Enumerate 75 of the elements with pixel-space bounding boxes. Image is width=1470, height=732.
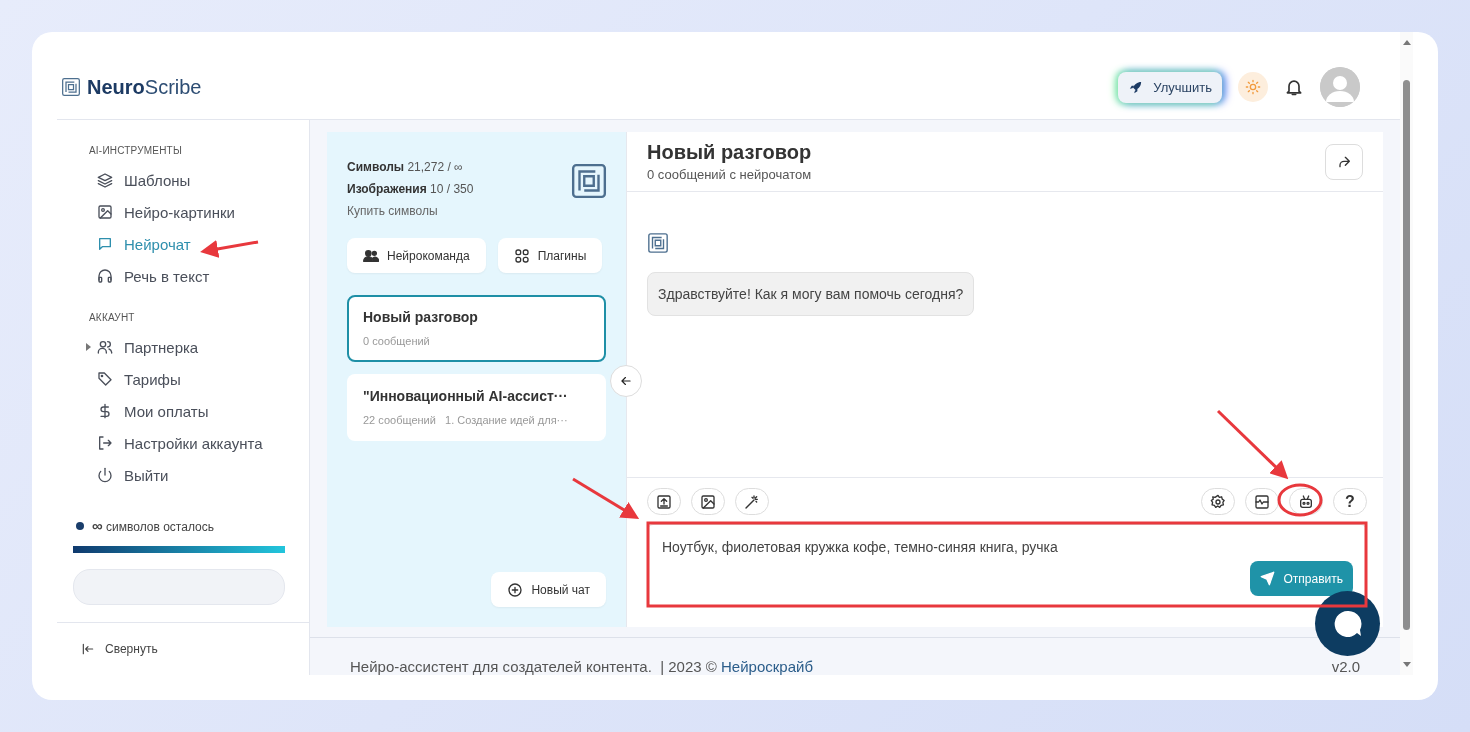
nav-item[interactable]: Шаблоны bbox=[57, 164, 309, 196]
plus-circle-icon bbox=[507, 581, 524, 598]
section-heading: АККАУНТ bbox=[88, 312, 136, 323]
exit-arrow-icon bbox=[97, 435, 113, 451]
send-button[interactable]: Отправить bbox=[1250, 561, 1353, 596]
users-icon bbox=[97, 339, 113, 355]
nav-item[interactable]: Нейро-картинки bbox=[57, 196, 309, 228]
logo-icon bbox=[570, 162, 608, 200]
settings-icon bbox=[1210, 493, 1226, 510]
buy-link[interactable]: Купить символы bbox=[347, 200, 438, 222]
scrollbar[interactable] bbox=[1400, 32, 1413, 675]
upload-icon bbox=[656, 493, 672, 510]
people-icon bbox=[363, 247, 379, 264]
toolbar-button[interactable] bbox=[1245, 488, 1279, 515]
dollar-icon bbox=[97, 403, 113, 419]
picture-frame-icon bbox=[1254, 493, 1270, 510]
grid-icon bbox=[513, 247, 530, 264]
nav-item[interactable]: Тарифы bbox=[57, 363, 309, 395]
toolbar-button[interactable] bbox=[735, 488, 769, 515]
logo-icon bbox=[61, 77, 81, 97]
brand-name: NeuroScribe bbox=[87, 75, 202, 99]
nav-item[interactable]: Мои оплаты bbox=[57, 395, 309, 427]
tag-icon bbox=[97, 371, 113, 387]
rocket-icon bbox=[1128, 79, 1144, 95]
nav-item[interactable]: Партнерка bbox=[57, 331, 309, 363]
upgrade-button[interactable]: Улучшить bbox=[1118, 71, 1222, 103]
headphones-icon bbox=[97, 268, 113, 284]
status-dot bbox=[76, 521, 84, 530]
conversation-meta: 22 сообщений 1. Создание идей для··· bbox=[363, 414, 569, 426]
share-button[interactable] bbox=[1325, 143, 1363, 180]
conversation-card[interactable]: "Инновационный AI-ассист··· 22 сообщений 1. Создание идей для··· bbox=[347, 374, 606, 441]
conversation-meta: 0 сообщений bbox=[363, 335, 431, 347]
chat-subtitle: 0 сообщений с нейрочатом bbox=[647, 167, 812, 182]
nav-item[interactable]: Выйти bbox=[57, 459, 309, 491]
theme-toggle[interactable] bbox=[1238, 72, 1268, 102]
layers-icon bbox=[97, 172, 113, 188]
conversation-card[interactable]: Новый разговор 0 сообщений bbox=[347, 295, 606, 362]
power-icon bbox=[97, 467, 113, 483]
collapse-arrow-icon bbox=[81, 642, 95, 656]
image-icon bbox=[700, 493, 716, 510]
tool-button[interactable]: Нейрокоманда bbox=[347, 238, 486, 273]
back-button[interactable] bbox=[610, 365, 642, 397]
bot-logo-icon bbox=[647, 232, 669, 254]
robot-icon bbox=[1298, 493, 1314, 510]
toolbar-button[interactable] bbox=[691, 488, 725, 515]
toolbar-button[interactable]: ? bbox=[1333, 488, 1367, 515]
sun-icon bbox=[1245, 79, 1261, 95]
message-bubble: Здравствуйте! Как я могу вам помочь сегодня? bbox=[647, 272, 975, 316]
new-chat-button[interactable]: Новый чат bbox=[491, 572, 606, 607]
version-label: v2.0 bbox=[1331, 658, 1360, 675]
toolbar-button[interactable] bbox=[1201, 488, 1235, 515]
nav-item[interactable]: Настройки аккаунта bbox=[57, 427, 309, 459]
section-heading: AI-ИНСТРУМЕНТЫ bbox=[88, 145, 183, 156]
usage-stat: Символы 21,272 / ∞ bbox=[347, 159, 463, 176]
footer-link[interactable]: Нейроскрайб bbox=[721, 658, 813, 675]
footer-text: Нейро-ассистент для создателей контента. | 2023 © Нейроскрайб bbox=[350, 658, 813, 675]
bell-icon bbox=[1284, 77, 1304, 97]
highlight-circle bbox=[1277, 483, 1323, 517]
magic-wand-icon bbox=[744, 493, 760, 510]
balance-text: ∞ символов осталось bbox=[92, 517, 214, 534]
chat-bubble-icon bbox=[97, 236, 113, 252]
annotation-arrow bbox=[572, 477, 640, 520]
speech-bubble-icon bbox=[1332, 608, 1363, 639]
conversation-title: "Инновационный AI-ассист··· bbox=[363, 388, 569, 404]
send-icon bbox=[1260, 571, 1276, 586]
annotation-arrow bbox=[200, 240, 259, 258]
nav-item[interactable]: Речь в текст bbox=[57, 260, 309, 292]
nav-item[interactable]: Нейрочат bbox=[57, 228, 309, 260]
image-icon bbox=[97, 204, 113, 220]
chat-title: Новый разговор bbox=[647, 141, 812, 164]
tool-button[interactable]: Плагины bbox=[497, 238, 603, 273]
back-arrow-icon bbox=[619, 374, 633, 388]
conversation-title: Новый разговор bbox=[363, 309, 479, 325]
usage-stat: Изображения 10 / 350 bbox=[347, 181, 474, 198]
toolbar-button[interactable] bbox=[647, 488, 681, 515]
